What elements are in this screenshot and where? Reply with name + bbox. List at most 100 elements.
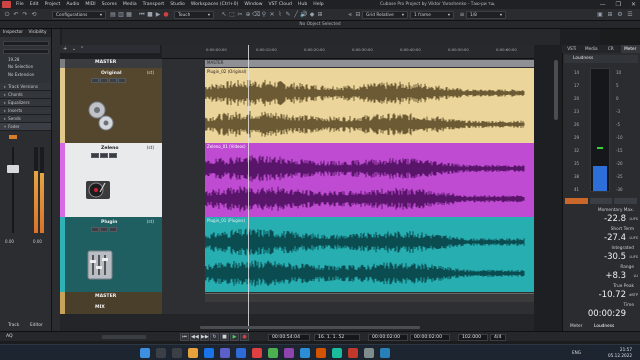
- track-lane-original[interactable]: Plugin_02 (Original): [162, 68, 534, 143]
- menu-workspaces[interactable]: Workspaces (Ctrl+0): [188, 2, 242, 7]
- tab-loudness-bottom[interactable]: Loudness: [594, 324, 614, 329]
- menu-edit[interactable]: Edit: [27, 2, 42, 7]
- mute-button[interactable]: [91, 227, 99, 232]
- automation-mode-select[interactable]: Touch ▾: [174, 11, 214, 19]
- browser-icon[interactable]: [204, 348, 214, 358]
- maximize-icon[interactable]: ❐: [616, 1, 621, 8]
- tab-cr[interactable]: CR: [601, 45, 621, 53]
- prev-marker-icon[interactable]: ⏮: [138, 11, 146, 19]
- line-tool-icon[interactable]: ╱: [292, 11, 300, 19]
- app-icon-4[interactable]: [316, 348, 326, 358]
- add-track-icon[interactable]: +: [63, 46, 67, 52]
- app-icon[interactable]: [268, 348, 278, 358]
- section-track-versions[interactable]: ▸ Track Versions: [0, 83, 51, 91]
- track-header-zeleno[interactable]: Zeleno (st): [60, 143, 162, 217]
- play-icon[interactable]: ▶: [154, 11, 162, 19]
- tab-editor[interactable]: Editor: [30, 323, 43, 328]
- track-header-master[interactable]: MASTER: [60, 59, 162, 68]
- track-header-group-master[interactable]: MASTER: [60, 292, 162, 303]
- close-icon[interactable]: ✕: [631, 1, 636, 8]
- reset-button[interactable]: [565, 198, 588, 204]
- stop-icon[interactable]: ■: [146, 11, 154, 19]
- solo-button[interactable]: [100, 153, 108, 158]
- language-indicator[interactable]: ENG: [572, 350, 581, 355]
- track-header-mix[interactable]: MIX: [60, 303, 162, 314]
- marker-bar[interactable]: [102, 335, 146, 339]
- horizontal-scrollbar[interactable]: [200, 326, 420, 329]
- timewarp-tool-icon[interactable]: ⌇: [276, 11, 284, 19]
- track-header-original[interactable]: Original (st): [60, 68, 162, 143]
- stop-button[interactable]: ■: [220, 333, 229, 341]
- list-icon[interactable]: ☰: [626, 11, 634, 19]
- play-tool-icon[interactable]: 🔊: [300, 11, 308, 19]
- record-enable-button[interactable]: [109, 227, 117, 232]
- menu-window[interactable]: Window: [241, 2, 265, 7]
- menu-scores[interactable]: Scores: [99, 2, 120, 7]
- collapse-icon[interactable]: ⌃: [80, 46, 84, 52]
- activate-project-icon[interactable]: ⏻: [3, 11, 11, 19]
- redo-icon[interactable]: ↷: [21, 11, 29, 19]
- zoom-tool-icon[interactable]: ⚲: [260, 11, 268, 19]
- menu-file[interactable]: File: [13, 2, 27, 7]
- right-locator[interactable]: 00:00:02:00: [410, 334, 450, 341]
- start-icon[interactable]: [140, 348, 150, 358]
- configurations-select[interactable]: Configurations ▾: [52, 11, 106, 19]
- routing-field[interactable]: No Selection: [8, 64, 33, 69]
- cubase-taskbar-icon[interactable]: [252, 348, 262, 358]
- section-fader[interactable]: ▾ Fader: [0, 123, 51, 131]
- audio-quality-label[interactable]: AQ: [6, 334, 13, 339]
- pan-slider[interactable]: [3, 49, 49, 54]
- project-cursor[interactable]: [248, 45, 249, 331]
- app-icon-2[interactable]: [284, 348, 294, 358]
- menu-hub[interactable]: Hub: [295, 2, 310, 7]
- mute-tool-icon[interactable]: ✕: [268, 11, 276, 19]
- app-icon-8[interactable]: [380, 348, 390, 358]
- play-button[interactable]: ▶: [230, 333, 239, 341]
- expand-icon[interactable]: ⌄: [72, 46, 76, 52]
- track-name[interactable]: Zeleno: [101, 146, 119, 151]
- volume-fader-handle[interactable]: [7, 165, 19, 173]
- tab-visibility[interactable]: Visibility: [26, 29, 52, 37]
- time-display-primary[interactable]: 00:00:54:04: [268, 334, 310, 341]
- undo-icon[interactable]: ↶: [12, 11, 20, 19]
- track-name[interactable]: MASTER: [95, 294, 116, 299]
- quantize-preset-select[interactable]: 1/8 ▾: [466, 11, 506, 19]
- group-master-events[interactable]: [205, 293, 534, 302]
- menu-media[interactable]: Media: [120, 2, 140, 7]
- track-lane-master[interactable]: MASTER: [162, 59, 534, 68]
- menu-transport[interactable]: Transport: [140, 2, 168, 7]
- settings-icon[interactable]: ⚙: [616, 11, 624, 19]
- track-lane-zeleno[interactable]: Zeleno_01 (Videos): [162, 143, 534, 217]
- track-lane-plugin[interactable]: Plugin_01 (Plugins): [162, 217, 534, 292]
- signature-display[interactable]: 4/4: [490, 334, 506, 341]
- app-icon-3[interactable]: [300, 348, 310, 358]
- vertical-scrollbar[interactable]: [554, 60, 558, 120]
- section-sends[interactable]: ▸ Sends: [0, 115, 51, 123]
- record-icon[interactable]: ●: [162, 11, 170, 19]
- teams-icon[interactable]: [220, 348, 230, 358]
- menu-vst-cloud[interactable]: VST Cloud: [266, 2, 295, 7]
- left-locator[interactable]: 00:00:02:00: [368, 334, 408, 341]
- menu-help[interactable]: Help: [310, 2, 326, 7]
- volume-slider[interactable]: [3, 41, 49, 46]
- app-icon-6[interactable]: [348, 348, 358, 358]
- tab-meter[interactable]: Meter: [620, 45, 640, 53]
- menu-midi[interactable]: MIDI: [82, 2, 98, 7]
- menu-audio[interactable]: Audio: [63, 2, 82, 7]
- glue-tool-icon[interactable]: ⊕: [244, 11, 252, 19]
- delay-value[interactable]: 19.28: [8, 57, 19, 62]
- file-explorer-icon[interactable]: [188, 348, 198, 358]
- color-tool-icon[interactable]: ◆: [308, 11, 316, 19]
- split-tool-icon[interactable]: ✂: [236, 11, 244, 19]
- extension-field[interactable]: No Extension: [8, 72, 34, 77]
- solo-button[interactable]: [100, 227, 108, 232]
- mute-button[interactable]: [91, 78, 99, 83]
- task-view-icon[interactable]: [172, 348, 182, 358]
- grid-view-icon[interactable]: ⊞: [606, 11, 614, 19]
- tab-meter-bottom[interactable]: Meter: [570, 324, 582, 329]
- app-icon-5[interactable]: [332, 348, 342, 358]
- tab-vsti[interactable]: VSTi: [562, 45, 582, 53]
- forward-button[interactable]: ▶▶: [200, 333, 209, 341]
- master-clip[interactable]: MASTER: [205, 60, 534, 67]
- track-name[interactable]: MIX: [95, 305, 105, 310]
